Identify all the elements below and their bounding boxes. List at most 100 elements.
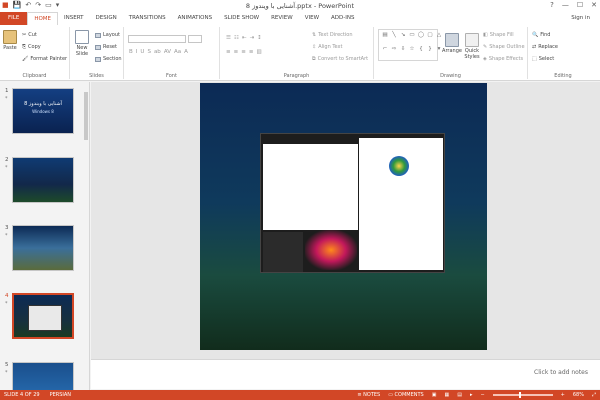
quick-styles-button[interactable]: Quick Styles	[463, 33, 481, 60]
strikethrough-icon[interactable]: S	[147, 49, 151, 55]
tab-design[interactable]: DESIGN	[90, 12, 123, 25]
numbering-icon[interactable]: ☷	[234, 35, 239, 41]
font-size-input[interactable]	[188, 35, 202, 43]
shape-brace2-icon[interactable]: }	[426, 46, 434, 59]
replace-label: Replace	[538, 44, 558, 50]
convert-smartart-button[interactable]: ⧉ Convert to SmartArt	[312, 56, 368, 62]
current-slide[interactable]	[200, 83, 487, 350]
shape-brace-icon[interactable]: {	[417, 46, 425, 59]
align-text-button[interactable]: ⇳ Align Text	[312, 44, 342, 50]
shape-line-icon[interactable]: ╲	[390, 32, 398, 45]
format-painter-button[interactable]: 🖌 Format Painter	[22, 56, 67, 62]
cut-label: Cut	[28, 32, 37, 38]
maximize-icon[interactable]: ☐	[577, 1, 583, 9]
shape-oval-icon[interactable]: ◯	[417, 32, 425, 45]
notes-toggle[interactable]: ≡ NOTES	[357, 392, 380, 398]
fit-to-window-icon[interactable]: ⤢	[592, 392, 596, 398]
align-text-label: Align Text	[318, 44, 343, 50]
slide-show-icon[interactable]: ▸	[470, 392, 473, 398]
zoom-level[interactable]: 68%	[573, 392, 584, 398]
bullets-icon[interactable]: ☰	[226, 35, 231, 41]
slide-sorter-icon[interactable]: ▦	[444, 392, 449, 398]
slide-thumbnail-3[interactable]	[12, 225, 74, 271]
line-spacing-icon[interactable]: ↕	[257, 35, 262, 41]
shape-effects-button[interactable]: ◈ Shape Effects	[483, 56, 523, 62]
align-left-icon[interactable]: ≡	[226, 49, 231, 55]
notes-placeholder[interactable]: Click to add notes	[534, 369, 588, 376]
reading-view-icon[interactable]: ▤	[457, 392, 462, 398]
sign-in-link[interactable]: Sign in	[571, 15, 590, 21]
shape-downarrow-icon[interactable]: ⇩	[399, 46, 407, 59]
clipboard-group-label: Clipboard	[22, 73, 47, 79]
bold-icon[interactable]: B	[129, 49, 133, 55]
notes-pane[interactable]: Click to add notes	[91, 359, 600, 389]
paste-button[interactable]: Paste	[2, 30, 18, 51]
shape-star-icon[interactable]: ☆	[408, 46, 416, 59]
justify-icon[interactable]: ≡	[249, 49, 254, 55]
thumb-number-2: 2	[5, 157, 9, 163]
shapes-gallery[interactable]: ▤ ╲ ↘ ▭ ◯ ▢ △ ⌐ ⇨ ⇩ ☆ { } ▾	[378, 29, 441, 61]
tab-view[interactable]: VIEW	[299, 12, 325, 25]
tab-home[interactable]: HOME	[27, 12, 59, 25]
thumbnail-scrollbar[interactable]	[83, 84, 89, 384]
slide-picture-windows-screenshot[interactable]	[260, 133, 445, 273]
tab-insert[interactable]: INSERT	[58, 12, 89, 25]
section-button[interactable]: Section	[95, 56, 122, 62]
zoom-out-icon[interactable]: −	[480, 392, 484, 398]
comments-toggle[interactable]: ▭ COMMENTS	[388, 392, 424, 398]
shape-rectangle-icon[interactable]: ▭	[408, 32, 416, 45]
slide-thumbnail-5[interactable]	[12, 362, 74, 390]
tab-transitions[interactable]: TRANSITIONS	[123, 12, 172, 25]
slide-thumbnail-4[interactable]	[12, 293, 74, 339]
shape-fill-button[interactable]: ◧ Shape Fill	[483, 32, 514, 38]
normal-view-icon[interactable]: ▣	[432, 392, 437, 398]
decrease-indent-icon[interactable]: ⇤	[242, 35, 247, 41]
slide-thumbnail-1[interactable]: آشنایی با ویندوز 8 Windows 8	[12, 88, 74, 134]
thumbnail-scroll-thumb[interactable]	[84, 92, 88, 140]
tab-animations[interactable]: ANIMATIONS	[172, 12, 219, 25]
tab-add-ins[interactable]: ADD-INS	[325, 12, 360, 25]
align-center-icon[interactable]: ≡	[234, 49, 239, 55]
align-right-icon[interactable]: ≡	[241, 49, 246, 55]
minimize-icon[interactable]: —	[562, 1, 569, 9]
zoom-slider[interactable]	[492, 392, 553, 398]
help-icon[interactable]: ?	[550, 1, 554, 9]
layout-button[interactable]: Layout	[95, 32, 120, 38]
language-indicator[interactable]: PERSIAN	[50, 392, 71, 398]
font-color-icon[interactable]: A	[184, 49, 188, 55]
spacing-icon[interactable]: AV	[164, 49, 171, 55]
close-icon[interactable]: ✕	[591, 1, 597, 9]
font-group-label: Font	[166, 73, 177, 79]
shape-arrow-icon[interactable]: ↘	[399, 32, 407, 45]
replace-button[interactable]: ⇄ Replace	[532, 44, 558, 50]
zoom-slider-knob[interactable]	[518, 392, 521, 398]
copy-button[interactable]: ⎘ Copy	[22, 44, 41, 50]
increase-indent-icon[interactable]: ⇥	[249, 35, 254, 41]
shape-rounded-icon[interactable]: ▢	[426, 32, 434, 45]
select-button[interactable]: ⬚ Select	[532, 56, 554, 62]
shape-textbox-icon[interactable]: ▤	[381, 32, 389, 45]
cut-button[interactable]: ✂ Cut	[22, 32, 37, 38]
format-painter-label: Format Painter	[30, 56, 68, 62]
slides-group-label: Slides	[89, 73, 104, 79]
new-slide-button[interactable]: New Slide	[72, 30, 92, 57]
zoom-in-icon[interactable]: +	[561, 392, 565, 398]
text-direction-button[interactable]: ⇅ Text Direction	[312, 32, 353, 38]
arrange-button[interactable]: Arrange	[442, 33, 462, 54]
shadow-icon[interactable]: ab	[154, 49, 161, 55]
tab-file[interactable]: FILE	[0, 12, 28, 25]
italic-icon[interactable]: I	[136, 49, 138, 55]
editing-group: 🔍 Find ⇄ Replace ⬚ Select Editing	[528, 27, 598, 79]
reset-button[interactable]: Reset	[95, 44, 117, 50]
shape-outline-button[interactable]: ✎ Shape Outline	[483, 44, 525, 50]
tab-slide-show[interactable]: SLIDE SHOW	[218, 12, 265, 25]
tab-review[interactable]: REVIEW	[265, 12, 299, 25]
find-button[interactable]: 🔍 Find	[532, 32, 550, 38]
columns-icon[interactable]: ▥	[256, 49, 261, 55]
font-name-input[interactable]	[128, 35, 186, 43]
shape-elbow-icon[interactable]: ⌐	[381, 46, 389, 59]
shape-rightarrow-icon[interactable]: ⇨	[390, 46, 398, 59]
case-icon[interactable]: Aa	[174, 49, 181, 55]
slide-thumbnail-2[interactable]	[12, 157, 74, 203]
underline-icon[interactable]: U	[140, 49, 144, 55]
